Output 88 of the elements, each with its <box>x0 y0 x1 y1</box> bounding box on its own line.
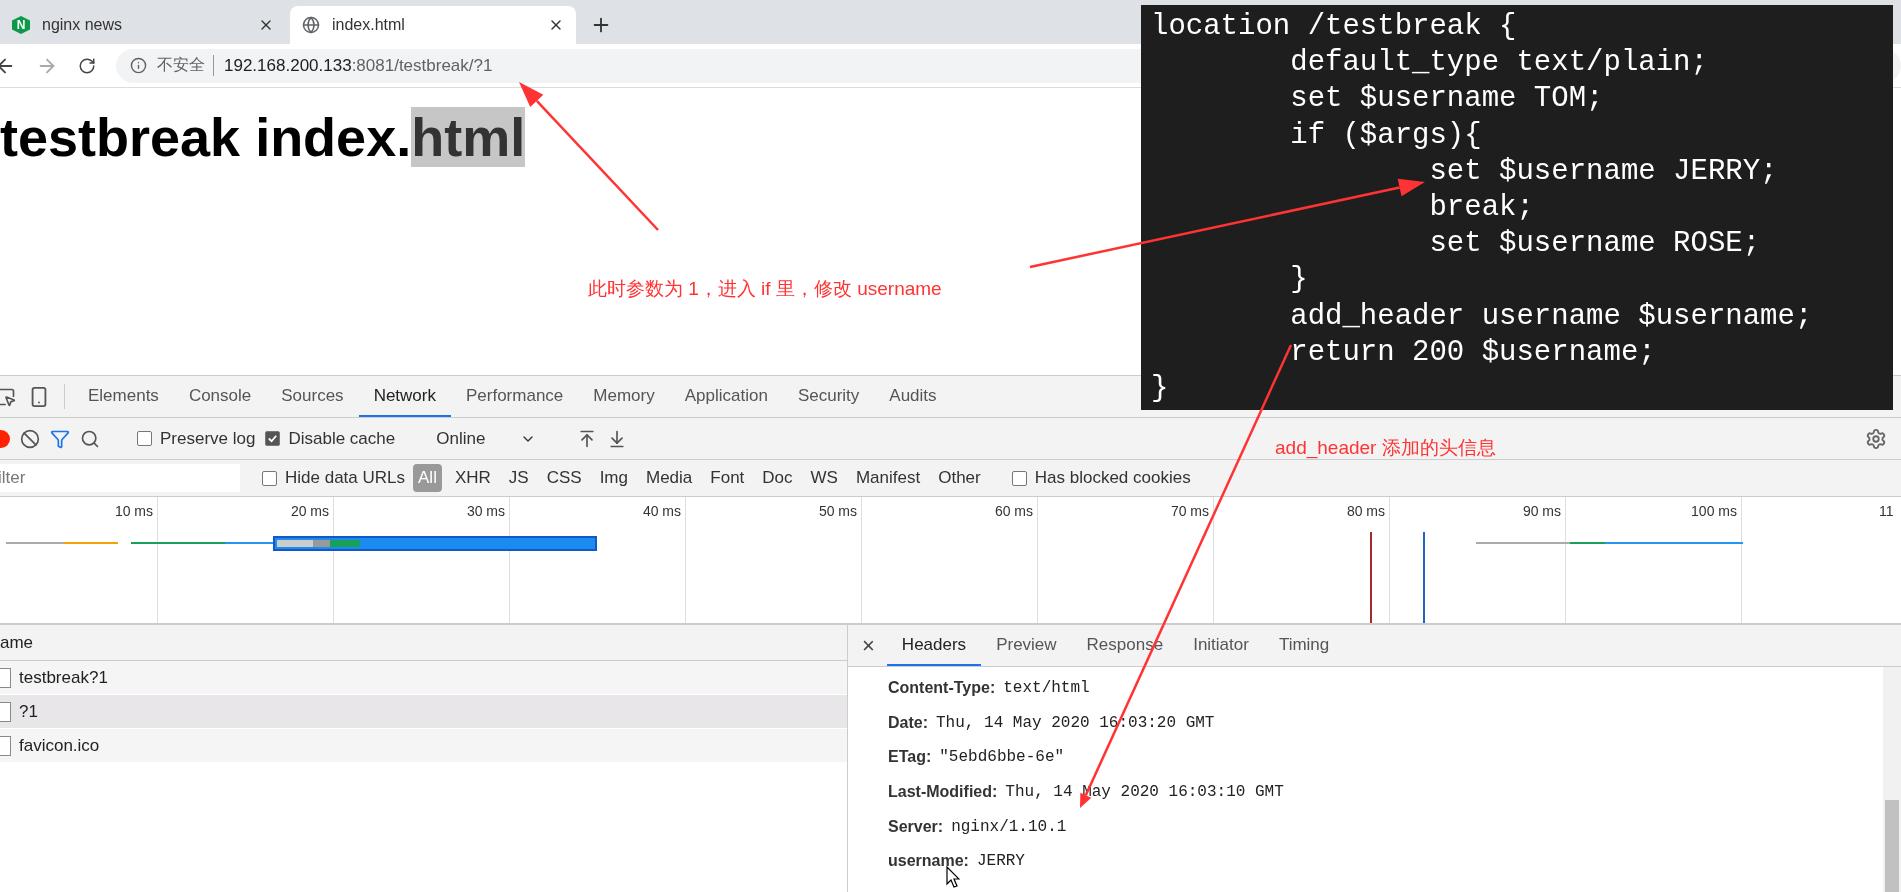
header-value: text/html <box>1003 679 1090 698</box>
type-filter[interactable]: Manifest <box>850 464 926 492</box>
tick-label: 30 ms <box>466 502 506 519</box>
file-icon <box>0 701 11 722</box>
tick-label: 50 ms <box>818 502 858 519</box>
type-filter[interactable]: CSS <box>541 464 587 492</box>
info-icon <box>130 57 147 74</box>
code-line: break; <box>1428 190 1535 226</box>
header-value: "5ebd6bbe-6e" <box>939 748 1065 767</box>
detail-tab[interactable]: Preview <box>981 625 1072 666</box>
devtools-tab[interactable]: Elements <box>73 376 174 417</box>
code-line: } <box>1151 371 1170 408</box>
type-filter[interactable]: Other <box>933 464 986 492</box>
annotation-text: add_header 添加的头信息 <box>1275 436 1496 461</box>
code-line: default_type text/plain; <box>1289 45 1709 82</box>
header-value: nginx/1.10.1 <box>951 817 1067 836</box>
code-line: return 200 $username; <box>1289 334 1657 371</box>
tick-label: 10 ms <box>114 502 154 519</box>
code-line: set $username ROSE; <box>1428 226 1762 263</box>
detail-tab[interactable]: Timing <box>1263 625 1345 666</box>
type-filter[interactable]: Font <box>705 464 750 492</box>
code-line: add_header username $username; <box>1289 298 1814 335</box>
request-row[interactable]: testbreak?1 <box>0 661 847 695</box>
type-filter[interactable]: JS <box>503 464 534 492</box>
header-name: Server: <box>888 817 944 836</box>
search-icon[interactable] <box>80 428 100 449</box>
request-row[interactable]: ?1 <box>0 695 847 729</box>
settings-icon[interactable] <box>1865 427 1887 450</box>
tick-label: 60 ms <box>994 502 1034 519</box>
tick-label: 70 ms <box>1170 502 1210 519</box>
devtools-tab[interactable]: Console <box>173 376 267 417</box>
tick-label: 11 <box>1879 502 1895 519</box>
url-path: :8081/testbreak/?1 <box>351 55 493 76</box>
url-host: 192.168.200.133 <box>224 55 352 76</box>
globe-icon <box>302 16 320 34</box>
tick-label: 90 ms <box>1522 502 1562 519</box>
header-name: Date: <box>888 713 928 732</box>
annotation-text: 此时参数为 1，进入 if 里，修改 username <box>588 277 942 301</box>
code-line: set $username TOM; <box>1289 81 1605 118</box>
tick-label: 20 ms <box>290 502 330 519</box>
checkbox[interactable]: Preserve log <box>137 428 256 449</box>
code-line: } <box>1289 262 1309 299</box>
devtools-tab[interactable]: Application <box>669 376 783 417</box>
throttling-select[interactable]: Online <box>432 428 541 449</box>
devtools-tab[interactable]: Memory <box>578 376 670 417</box>
devtools-tab[interactable]: Security <box>782 376 875 417</box>
file-icon <box>0 667 11 688</box>
type-filter[interactable]: WS <box>805 464 843 492</box>
clear-icon[interactable] <box>20 428 40 449</box>
header-name: ETag: <box>888 748 932 767</box>
header-name: Content-Type: <box>888 679 996 698</box>
devtools-tab[interactable]: Sources <box>266 376 359 417</box>
type-filter[interactable]: Media <box>641 464 698 492</box>
detail-tab[interactable]: Initiator <box>1178 625 1264 666</box>
site-logo-icon: N <box>12 16 30 34</box>
checkbox[interactable]: Has blocked cookies <box>1011 468 1191 488</box>
code-line: if ($args){ <box>1289 117 1483 154</box>
devtools-tab[interactable]: Audits <box>874 376 952 417</box>
detail-tab[interactable]: Headers <box>886 625 982 666</box>
filter-icon[interactable] <box>50 428 70 449</box>
header-name: username: <box>888 852 969 871</box>
type-filter[interactable]: XHR <box>449 464 496 492</box>
column-header: ame <box>0 632 34 653</box>
tick-label: 40 ms <box>642 502 682 519</box>
browser-tab[interactable]: index.html <box>290 6 576 44</box>
file-icon <box>0 735 11 756</box>
tick-label: 80 ms <box>1346 502 1386 519</box>
security-label: 不安全 <box>157 55 214 76</box>
code-line: set $username JERRY; <box>1428 153 1779 190</box>
inspect-icon[interactable] <box>0 386 16 407</box>
header-value: JERRY <box>976 852 1025 871</box>
checkmark-icon <box>267 433 279 444</box>
page-heading: testbreak index.html <box>0 106 526 168</box>
type-filter[interactable]: Img <box>594 464 633 492</box>
type-filter[interactable]: Doc <box>757 464 798 492</box>
close-button[interactable]: × <box>848 625 887 666</box>
header-name: Last-Modified: <box>888 783 998 802</box>
browser-tab[interactable]: N nginx news <box>0 6 286 44</box>
scrollbar[interactable] <box>1883 667 1901 892</box>
reload-icon[interactable] <box>78 56 96 75</box>
checkbox[interactable]: Disable cache <box>265 428 396 449</box>
mouse-cursor-icon <box>946 866 960 888</box>
filter-field[interactable]: ilter <box>0 464 240 492</box>
checkbox[interactable]: Hide data URLs <box>262 468 405 488</box>
code-line: location /testbreak { <box>1151 9 1518 45</box>
tick-label: 100 ms <box>1691 502 1738 519</box>
request-row[interactable]: favicon.ico <box>0 729 847 763</box>
devtools-tab[interactable]: Performance <box>451 376 579 417</box>
